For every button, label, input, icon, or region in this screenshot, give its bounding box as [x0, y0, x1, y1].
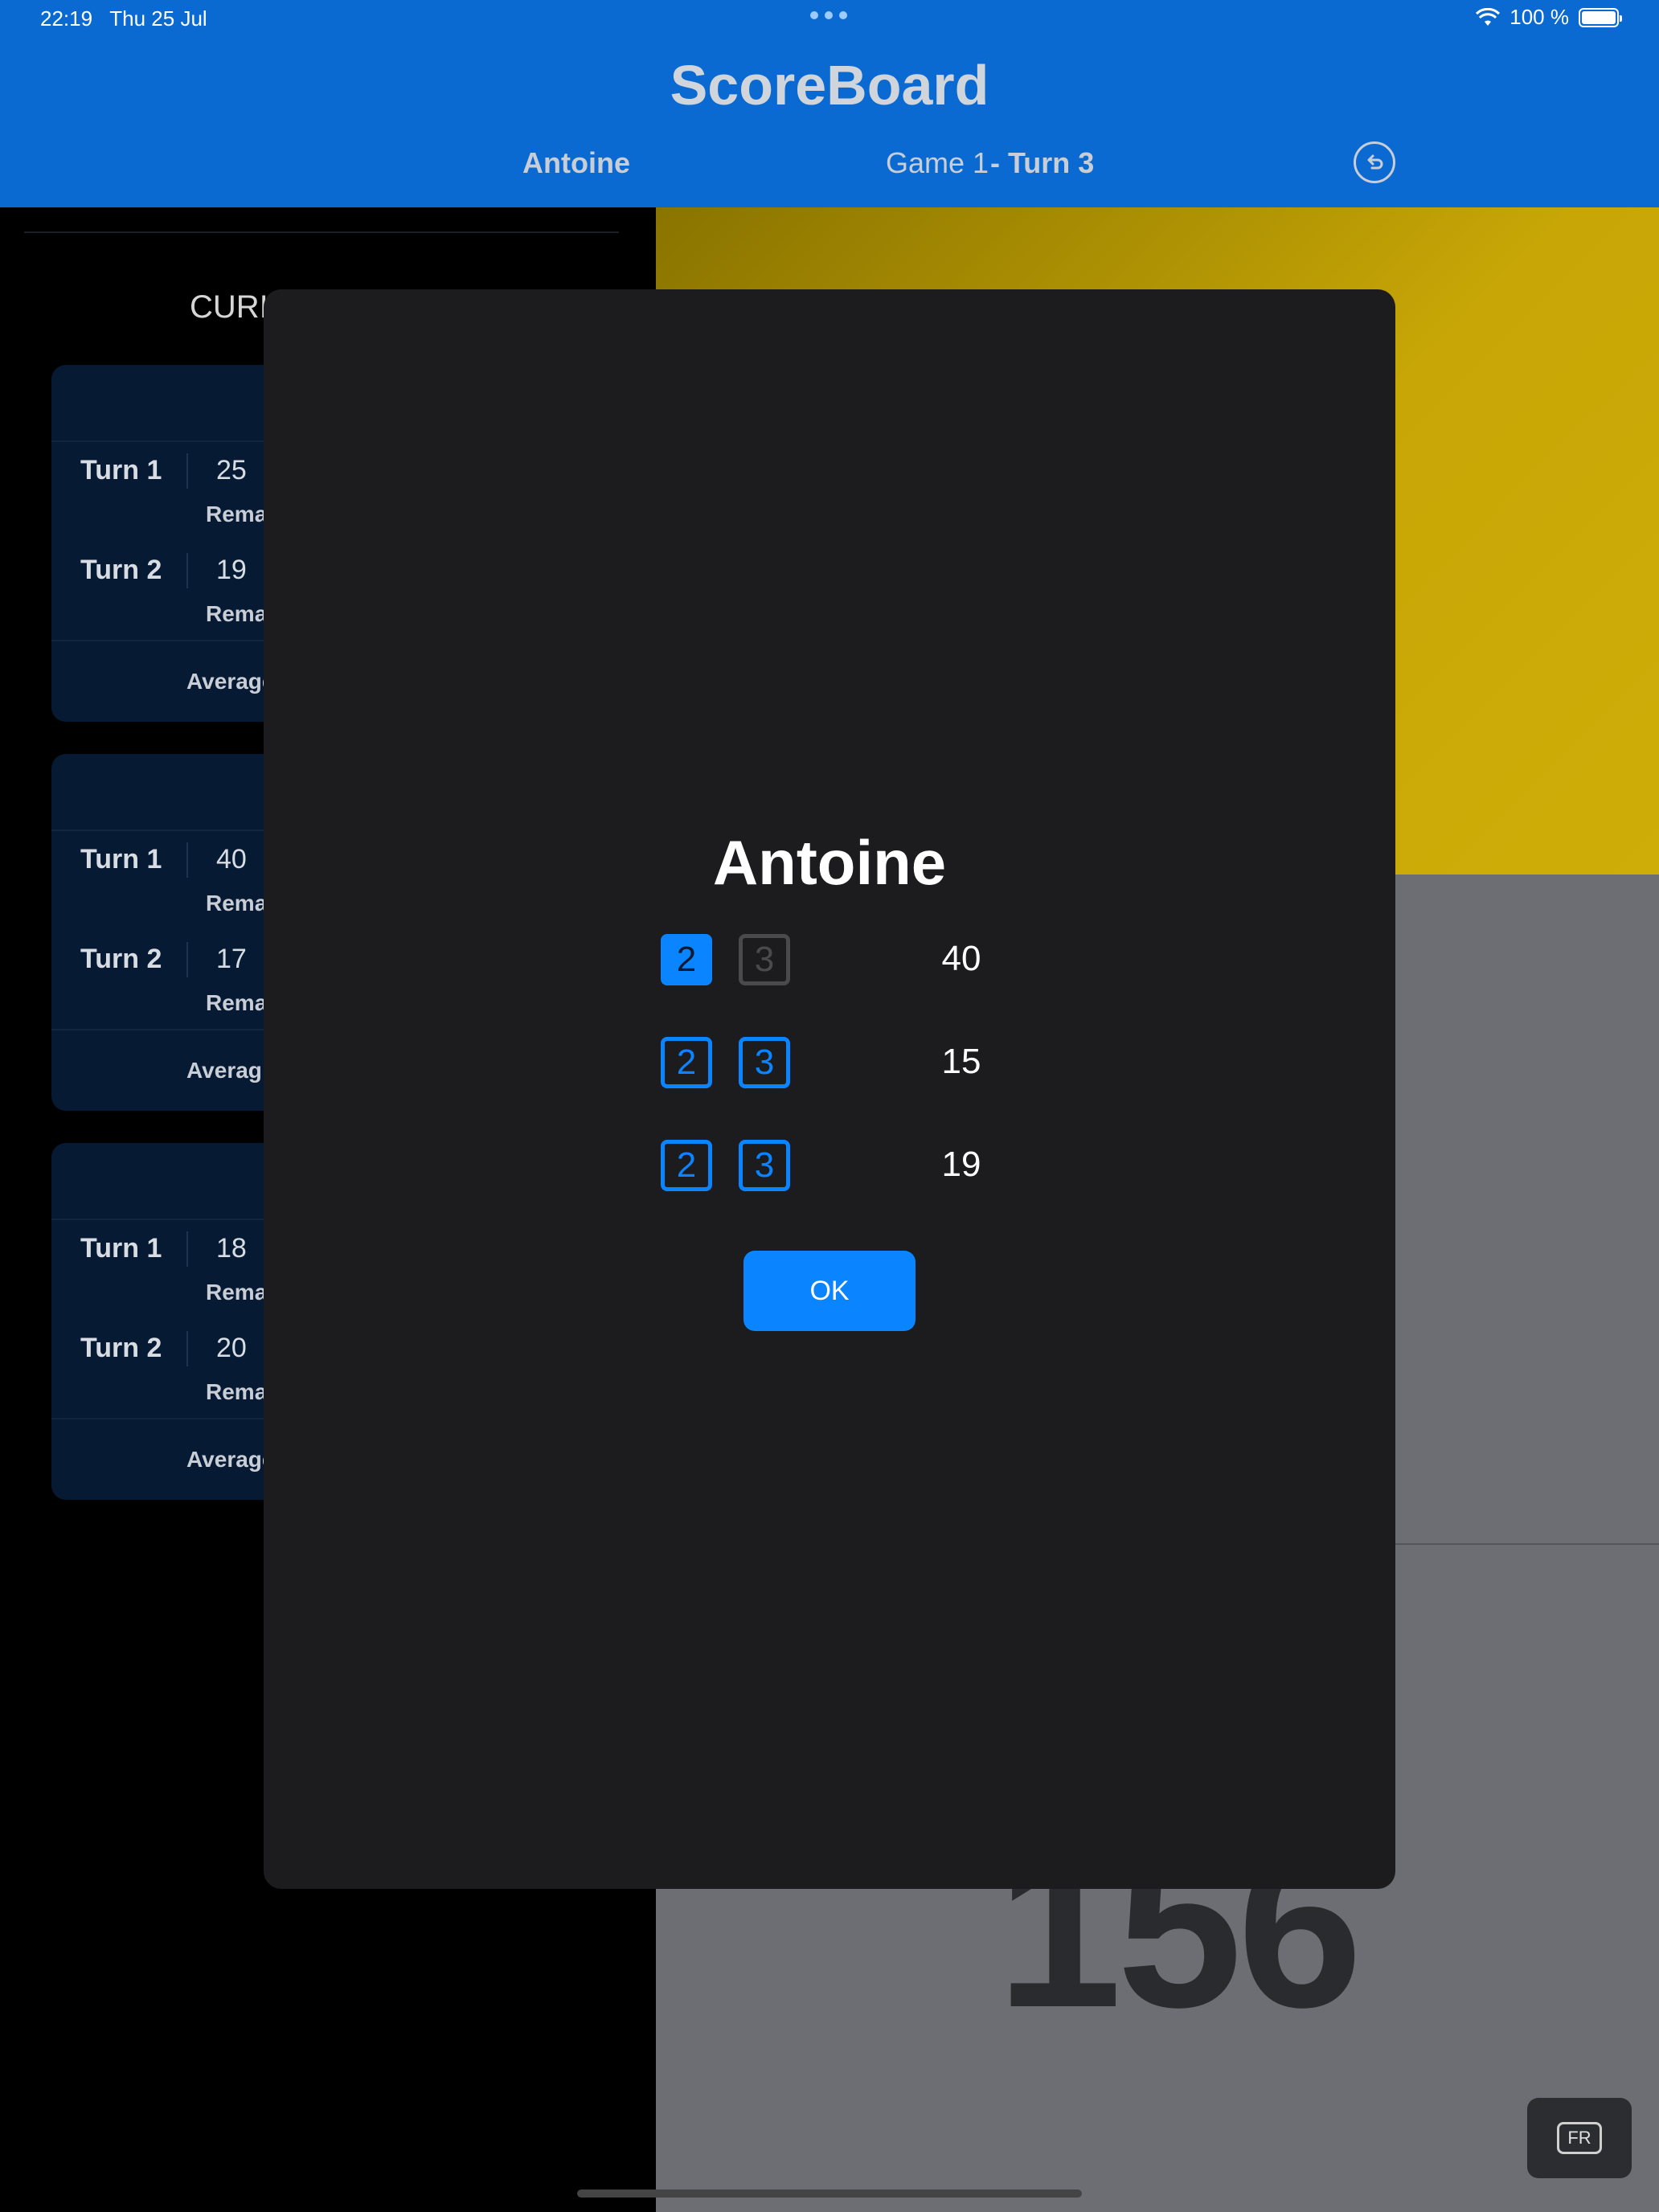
dart-entry-modal: Antoine 2 3 40 2 3 15 2 3 19 OK — [264, 289, 1395, 1889]
history-title: CURI — [190, 289, 268, 325]
battery-icon — [1579, 7, 1622, 27]
turn-name: Turn 2 — [80, 944, 162, 974]
wifi-icon — [1476, 7, 1501, 26]
dart1-triple-toggle[interactable]: 3 — [739, 934, 790, 985]
ok-button[interactable]: OK — [743, 1251, 916, 1331]
game-label: Game 1 — [886, 146, 989, 179]
multitask-dots-icon[interactable] — [810, 11, 847, 19]
divider — [1395, 1543, 1659, 1545]
undo-icon — [1367, 154, 1383, 170]
undo-button[interactable] — [1354, 141, 1395, 183]
remaining-label: Rema — [206, 891, 268, 916]
remaining-label: Rema — [206, 601, 268, 626]
average-label: Averag — [186, 1058, 262, 1083]
turn-name: Turn 1 — [80, 844, 162, 875]
turn-score: 18 — [216, 1233, 247, 1264]
dart2-score[interactable]: 15 — [913, 1042, 1010, 1082]
app-title: ScoreBoard — [670, 54, 989, 117]
remaining-label: Rema — [206, 502, 268, 526]
divider — [24, 231, 619, 233]
turn-score: 20 — [216, 1333, 247, 1363]
remaining-label: Rema — [206, 1280, 268, 1305]
turn-label: - Turn 3 — [990, 146, 1095, 179]
turn-score: 40 — [216, 844, 247, 875]
battery-percent: 100 % — [1509, 5, 1569, 29]
average-label: Average — [186, 1447, 275, 1472]
turn-score: 17 — [216, 944, 247, 974]
status-time: 22:19 Thu 25 Jul — [40, 6, 207, 31]
dart2-triple-toggle[interactable]: 3 — [739, 1037, 790, 1088]
remaining-label: Rema — [206, 1379, 268, 1404]
average-label: Average — [186, 669, 275, 694]
dart3-score[interactable]: 19 — [913, 1145, 1010, 1185]
language-button[interactable]: FR — [1527, 2098, 1632, 2178]
turn-name: Turn 1 — [80, 1233, 162, 1264]
dart3-triple-toggle[interactable]: 3 — [739, 1140, 790, 1191]
dart1-score[interactable]: 40 — [913, 939, 1010, 979]
app-header: 22:19 Thu 25 Jul 100 % ScoreBoard Antoin… — [0, 0, 1659, 207]
status-indicators: 100 % — [1476, 5, 1622, 30]
language-label: FR — [1557, 2122, 1602, 2154]
current-player: Antoine — [522, 146, 630, 179]
turn-name: Turn 2 — [80, 555, 162, 585]
remaining-label: Rema — [206, 990, 268, 1015]
home-indicator[interactable] — [577, 2189, 1082, 2198]
turn-name: Turn 1 — [80, 455, 162, 485]
turn-name: Turn 2 — [80, 1333, 162, 1363]
turn-score: 25 — [216, 455, 247, 485]
dart2-double-toggle[interactable]: 2 — [661, 1037, 712, 1088]
turn-score: 19 — [216, 555, 247, 585]
dart1-double-toggle[interactable]: 2 — [661, 934, 712, 985]
dart3-double-toggle[interactable]: 2 — [661, 1140, 712, 1191]
modal-player-name: Antoine — [712, 827, 947, 898]
